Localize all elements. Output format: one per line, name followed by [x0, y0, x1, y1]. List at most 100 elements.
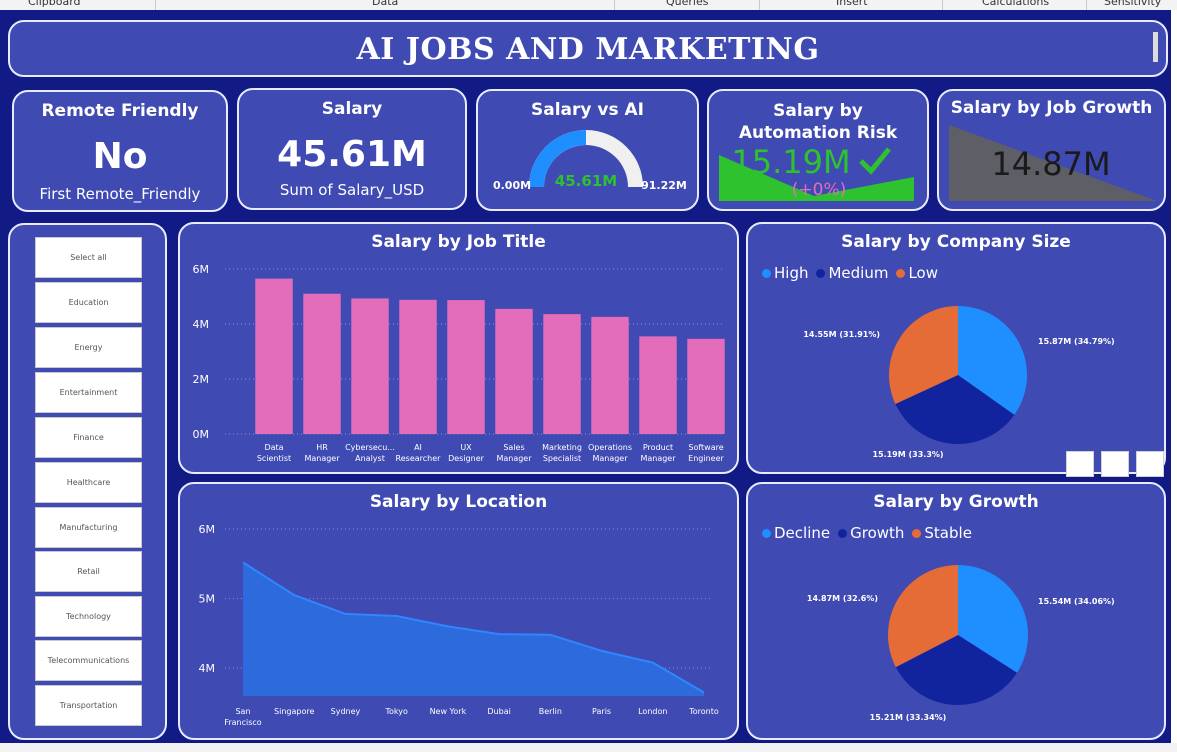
- ribbon-group-clipboard[interactable]: Clipboard: [28, 0, 81, 8]
- bar-x-tick-label: Specialist: [543, 454, 581, 463]
- kpi-job-growth-card[interactable]: 14.87M Salary by Job Growth: [937, 89, 1166, 211]
- bar-x-tick-label: Manager: [496, 454, 532, 463]
- area-x-tick-label: London: [638, 707, 667, 716]
- gauge-max-label: 91.22M: [641, 179, 687, 192]
- gauge-chart: 0.00M 91.22M 45.61M: [493, 130, 687, 192]
- slicer-item-manufacturing[interactable]: Manufacturing: [35, 507, 142, 548]
- area-y-tick-label: 5M: [199, 593, 216, 606]
- area-x-tick-label: Dubai: [487, 707, 510, 716]
- slicer-item-finance[interactable]: Finance: [35, 417, 142, 458]
- bar-x-tick-label: Marketing: [542, 443, 582, 452]
- area-x-tick-label: New York: [430, 707, 467, 716]
- bar-mark: [303, 293, 341, 434]
- kpi-remote-friendly-card[interactable]: Remote Friendly No First Remote_Friendly: [12, 90, 228, 212]
- bar-x-tick-label: Software: [688, 443, 723, 452]
- bar-mark: [255, 278, 293, 434]
- kpi-salary-subtitle: Sum of Salary_USD: [279, 181, 425, 199]
- ribbon-group-data[interactable]: Data: [372, 0, 398, 8]
- area-fill: [243, 562, 704, 696]
- area-x-tick-label: Toronto: [688, 707, 719, 716]
- slicer-item-entertainment[interactable]: Entertainment: [35, 372, 142, 413]
- kpi-salary-value: 45.61M: [277, 134, 427, 175]
- salary-by-company-size-card[interactable]: Salary by Company Size High Medium Low 1…: [746, 222, 1166, 474]
- area-x-tick-label: Paris: [592, 707, 611, 716]
- filter-icon[interactable]: [1101, 451, 1129, 477]
- growth-pie-chart: 15.54M (34.06%) 15.21M (33.34%) 14.87M (32…: [807, 565, 1115, 722]
- slicer-item-transportation[interactable]: Transportation: [35, 685, 142, 726]
- title-scroll-bar: [1153, 32, 1158, 62]
- slicer-item-retail[interactable]: Retail: [35, 551, 142, 592]
- slicer-item-energy[interactable]: Energy: [35, 327, 142, 368]
- kpi-automation-risk-card[interactable]: Salary by Automation Risk 15.19M (+0%): [707, 89, 929, 211]
- gauge-salary-vs-ai-card[interactable]: Salary vs AI 0.00M 91.22M 45.61M: [476, 89, 699, 211]
- salary-by-location-card[interactable]: Salary by Location 4M 5M 6M San Francisco Sin…: [178, 482, 739, 740]
- report-title: AI JOBS AND MARKETING: [356, 32, 820, 67]
- slicer-item-education[interactable]: Education: [35, 282, 142, 323]
- slicer-item-technology[interactable]: Technology: [35, 596, 142, 637]
- status-footer: [0, 743, 1177, 752]
- slicer-item-telecommunications[interactable]: Telecommunications: [35, 640, 142, 681]
- automation-value: 15.19M: [731, 143, 850, 181]
- area-x-tick-label: Sydney: [331, 707, 361, 716]
- bar-x-tick-label: Researcher: [396, 454, 442, 463]
- pie-data-label: 15.54M (34.06%): [1038, 597, 1115, 606]
- ribbon-group-sensitivity[interactable]: Sensitivity: [1104, 0, 1161, 8]
- gauge-value-label: 45.61M: [555, 172, 617, 190]
- bar-mark: [687, 338, 725, 434]
- area-y-tick-label: 4M: [199, 662, 216, 675]
- bar-x-tick-label: Manager: [304, 454, 340, 463]
- ribbon-group-calculations[interactable]: Calculations: [982, 0, 1049, 8]
- bar-y-tick-label: 6M: [193, 263, 210, 276]
- kpi-salary-title: Salary: [321, 99, 383, 119]
- ribbon-strip: Clipboard Data Queries Insert Calculatio…: [0, 0, 1177, 10]
- pie-data-label: 15.19M (33.3%): [872, 450, 943, 459]
- bar-y-tick-label: 4M: [193, 318, 210, 331]
- area-x-tick-label: Berlin: [539, 707, 562, 716]
- bar-mark: [399, 299, 437, 434]
- bar-x-tick-label: Manager: [592, 454, 628, 463]
- bar-mark: [351, 298, 389, 434]
- bar-x-tick-label: Sales: [503, 443, 524, 452]
- kpi-salary-card[interactable]: Salary 45.61M Sum of Salary_USD: [237, 88, 467, 210]
- slicer-item-healthcare[interactable]: Healthcare: [35, 462, 142, 503]
- pie-data-label: 14.55M (31.91%): [803, 330, 880, 339]
- focus-mode-icon[interactable]: [1066, 451, 1094, 477]
- area-y-tick-label: 6M: [199, 523, 216, 536]
- job-growth-value: 14.87M: [991, 145, 1110, 183]
- bar-x-tick-label: HR: [316, 443, 328, 452]
- area-x-tick-label: Singapore: [274, 707, 314, 716]
- bar-x-tick-label: Manager: [640, 454, 676, 463]
- bar-x-tick-label: Engineer: [688, 454, 724, 463]
- bar-x-tick-label: Operations: [588, 443, 632, 452]
- bar-y-tick-label: 0M: [193, 428, 210, 441]
- report-title-card[interactable]: AI JOBS AND MARKETING: [8, 20, 1168, 77]
- ribbon-group-queries[interactable]: Queries: [666, 0, 708, 8]
- area-x-tick-label: Tokyo: [384, 707, 408, 716]
- pie-data-label: 14.87M (32.6%): [807, 594, 878, 603]
- bar-mark: [639, 336, 677, 434]
- kpi-remote-title: Remote Friendly: [41, 101, 199, 121]
- automation-sparkline: 15.19M (+0%): [719, 143, 914, 201]
- pie-data-label: 15.21M (33.34%): [870, 713, 947, 722]
- area-x-tick-label: Francisco: [224, 718, 261, 727]
- bar-x-tick-label: Analyst: [355, 454, 385, 463]
- location-area-chart: 4M 5M 6M San Francisco Singapore Sydney Tokyo Ne…: [199, 523, 719, 727]
- bar-x-tick-label: UX: [460, 443, 472, 452]
- automation-change: (+0%): [792, 180, 846, 200]
- kpi-remote-subtitle: First Remote_Friendly: [39, 185, 201, 203]
- bar-x-tick-label: Designer: [448, 454, 485, 463]
- bar-mark: [591, 316, 629, 434]
- pie-data-label: 15.87M (34.79%): [1038, 337, 1115, 346]
- bar-x-tick-label: Product: [643, 443, 673, 452]
- ribbon-group-insert[interactable]: Insert: [836, 0, 868, 8]
- bar-x-tick-label: Scientist: [257, 454, 291, 463]
- company-size-pie-chart: 15.87M (34.79%) 15.19M (33.3%) 14.55M (31.…: [803, 306, 1115, 459]
- salary-by-growth-card[interactable]: Salary by Growth Decline Growth Stable 1…: [746, 482, 1166, 740]
- more-options-icon[interactable]: [1136, 451, 1164, 477]
- bar-mark: [495, 308, 533, 434]
- kpi-remote-value: No: [92, 136, 148, 177]
- bar-chart: 0M 2M 4M 6M Data Scientist HR Manager Cybersecu.…: [193, 263, 725, 463]
- slicer-item-select-all[interactable]: Select all: [35, 237, 142, 278]
- area-x-tick-label: San: [235, 707, 250, 716]
- salary-by-job-title-card[interactable]: Salary by Job Title 0M 2M 4M 6M Data Scientis…: [178, 222, 739, 474]
